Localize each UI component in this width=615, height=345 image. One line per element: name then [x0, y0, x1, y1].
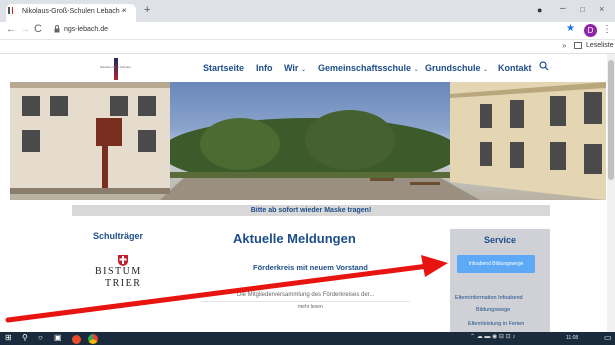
service-title: Service: [484, 235, 517, 245]
bookmark-star-icon[interactable]: ★: [566, 23, 575, 34]
bistum-logo-line2[interactable]: TRIER: [105, 278, 141, 289]
service-link-elternleistung[interactable]: Elternleistung in Ferien: [468, 321, 524, 327]
lock-icon[interactable]: [54, 25, 60, 35]
chevron-down-icon: ⌄: [483, 67, 489, 73]
taskbar-search-icon[interactable]: ⚲: [22, 333, 28, 342]
notifications-icon[interactable]: ▭: [604, 333, 612, 342]
logo-emblem: [114, 58, 118, 80]
browser-tab[interactable]: Nikolaus-Groß-Schulen Lebach -: [6, 4, 136, 22]
back-button[interactable]: ←: [6, 24, 16, 35]
profile-avatar[interactable]: D: [584, 24, 597, 37]
nav-wir[interactable]: Wir ⌄: [284, 63, 306, 73]
bistum-crest-icon: [118, 253, 128, 266]
read-more-link[interactable]: mehr lesen: [298, 304, 323, 310]
windows-start-icon[interactable]: ⊞: [5, 333, 12, 342]
taskbar-app-icon[interactable]: ▣: [54, 333, 62, 342]
address-bar[interactable]: [50, 24, 570, 38]
tab-title: Nikolaus-Groß-Schulen Lebach -: [22, 8, 124, 15]
service-link-elterninfo[interactable]: Elterninformation Infoabend: [455, 295, 523, 301]
reading-list-icon[interactable]: [574, 42, 582, 49]
clock[interactable]: 11:08: [566, 335, 578, 341]
service-link-bildungswege[interactable]: Bildungswege: [476, 307, 510, 313]
bookmarks-overflow-chevron-icon[interactable]: »: [562, 41, 566, 50]
maximize-button[interactable]: □: [580, 5, 585, 14]
mask-notice-banner: Bitte ab sofort wieder Maske tragen!: [72, 205, 550, 216]
url-text[interactable]: ngs-lebach.de: [64, 26, 108, 33]
nav-startseite[interactable]: Startseite: [203, 63, 244, 73]
infoabend-button[interactable]: Infoabend Bildungswege: [457, 255, 535, 273]
reading-list-label[interactable]: Leseliste: [586, 42, 614, 49]
news-item-headline[interactable]: Förderkreis mit neuem Vorstand: [253, 263, 368, 272]
nav-gemeinschaftsschule[interactable]: Gemeinschaftsschule ⌄: [318, 63, 419, 73]
nav-grundschule[interactable]: Grundschule ⌄: [425, 63, 488, 73]
search-icon[interactable]: [539, 61, 549, 74]
forward-button[interactable]: →: [20, 24, 30, 35]
scrollbar-thumb[interactable]: [608, 60, 614, 180]
new-tab-button[interactable]: +: [144, 4, 150, 16]
task-view-icon[interactable]: ○: [38, 333, 43, 342]
logo-text: Nikolaus Groß Schulen: [100, 65, 131, 69]
minimize-button[interactable]: –: [560, 3, 566, 14]
chevron-down-icon: ⌄: [413, 67, 419, 73]
news-section-title: Aktuelle Meldungen: [233, 231, 356, 246]
nav-info[interactable]: Info: [256, 63, 273, 73]
hero-image: [10, 82, 606, 200]
reload-button[interactable]: C: [34, 23, 42, 35]
record-icon[interactable]: ●: [537, 5, 542, 15]
chrome-taskbar-icon[interactable]: [88, 334, 98, 344]
nav-kontakt[interactable]: Kontakt: [498, 63, 532, 73]
browser-menu-icon[interactable]: ⋮: [602, 24, 612, 35]
bistum-logo-line1[interactable]: BISTUM: [95, 266, 142, 277]
close-window-button[interactable]: ×: [599, 4, 604, 14]
taskbar-app-icon[interactable]: [72, 335, 81, 344]
system-tray-icons[interactable]: ⌃ ☁ ▬ ◉ ⊟ ⊡ ♪: [470, 333, 515, 340]
news-item-teaser: Die Mitgliederversammlung des Förderkrei…: [237, 292, 375, 298]
tab-favicon-icon: [8, 7, 13, 14]
schultraeger-heading: Schulträger: [93, 231, 144, 241]
chevron-down-icon: ⌄: [300, 67, 306, 73]
divider: [200, 301, 410, 302]
tab-close-icon[interactable]: ×: [122, 6, 127, 15]
bookmarks-bar: [0, 40, 615, 54]
